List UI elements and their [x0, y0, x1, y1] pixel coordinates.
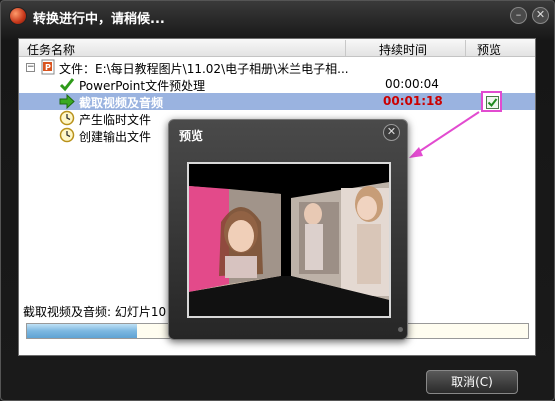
app-logo-icon [9, 7, 27, 25]
task-label: PowerPoint文件预处理 [79, 79, 206, 93]
column-task-name[interactable]: 任务名称 [27, 41, 75, 58]
preview-checkbox[interactable] [486, 96, 499, 109]
preview-close-button[interactable]: ✕ [383, 124, 400, 141]
column-duration[interactable]: 持续时间 [379, 41, 427, 58]
powerpoint-file-icon: P [41, 59, 55, 75]
preview-dialog: 预览 ✕ [168, 119, 408, 340]
title-bar: 转换进行中，请稍候... – ✕ [1, 1, 554, 31]
column-divider[interactable] [345, 40, 346, 56]
clock-icon [59, 110, 75, 126]
svg-text:P: P [45, 63, 51, 72]
task-label: 创建输出文件 [79, 130, 152, 144]
slideshow-preview-image [189, 164, 389, 316]
task-duration: 00:00:04 [385, 77, 439, 91]
close-icon: ✕ [535, 8, 546, 21]
tree-row-task[interactable]: PowerPoint文件预处理 00:00:04 [19, 76, 535, 93]
task-label: 截取视频及音频 [79, 96, 164, 110]
column-header: 任务名称 持续时间 预览 [19, 39, 535, 57]
cancel-button[interactable]: 取消(C) [426, 370, 518, 394]
task-duration-active: 00:01:18 [383, 94, 443, 108]
tree-row-file[interactable]: − P 文件：E:\每日教程图片\11.02\电子相册\米兰电子相... [19, 59, 535, 76]
window-title: 转换进行中，请稍候... [33, 12, 165, 27]
close-icon: ✕ [386, 125, 397, 138]
preview-highlight [481, 91, 502, 112]
check-icon [59, 78, 75, 92]
resize-grip[interactable] [398, 327, 403, 332]
collapse-icon[interactable]: − [26, 63, 35, 72]
arrow-right-icon [59, 94, 75, 109]
preview-image [187, 162, 391, 318]
file-path-label: 文件：E:\每日教程图片\11.02\电子相册\米兰电子相... [59, 62, 349, 76]
close-button[interactable]: ✕ [532, 7, 549, 24]
progress-fill [27, 324, 138, 338]
tree-row-task-selected[interactable]: 截取视频及音频 00:01:18 [19, 91, 535, 112]
minimize-button[interactable]: – [510, 7, 527, 24]
minimize-icon: – [515, 8, 522, 21]
conversion-window: 转换进行中，请稍候... – ✕ 任务名称 持续时间 预览 − P 文件：E:\… [0, 0, 555, 401]
column-preview[interactable]: 预览 [477, 41, 501, 58]
column-divider[interactable] [465, 40, 466, 56]
status-text: 截取视频及音频: 幻灯片10 [23, 305, 167, 319]
preview-title: 预览 [179, 129, 204, 143]
task-label: 产生临时文件 [79, 113, 152, 127]
clock-icon [59, 127, 75, 143]
